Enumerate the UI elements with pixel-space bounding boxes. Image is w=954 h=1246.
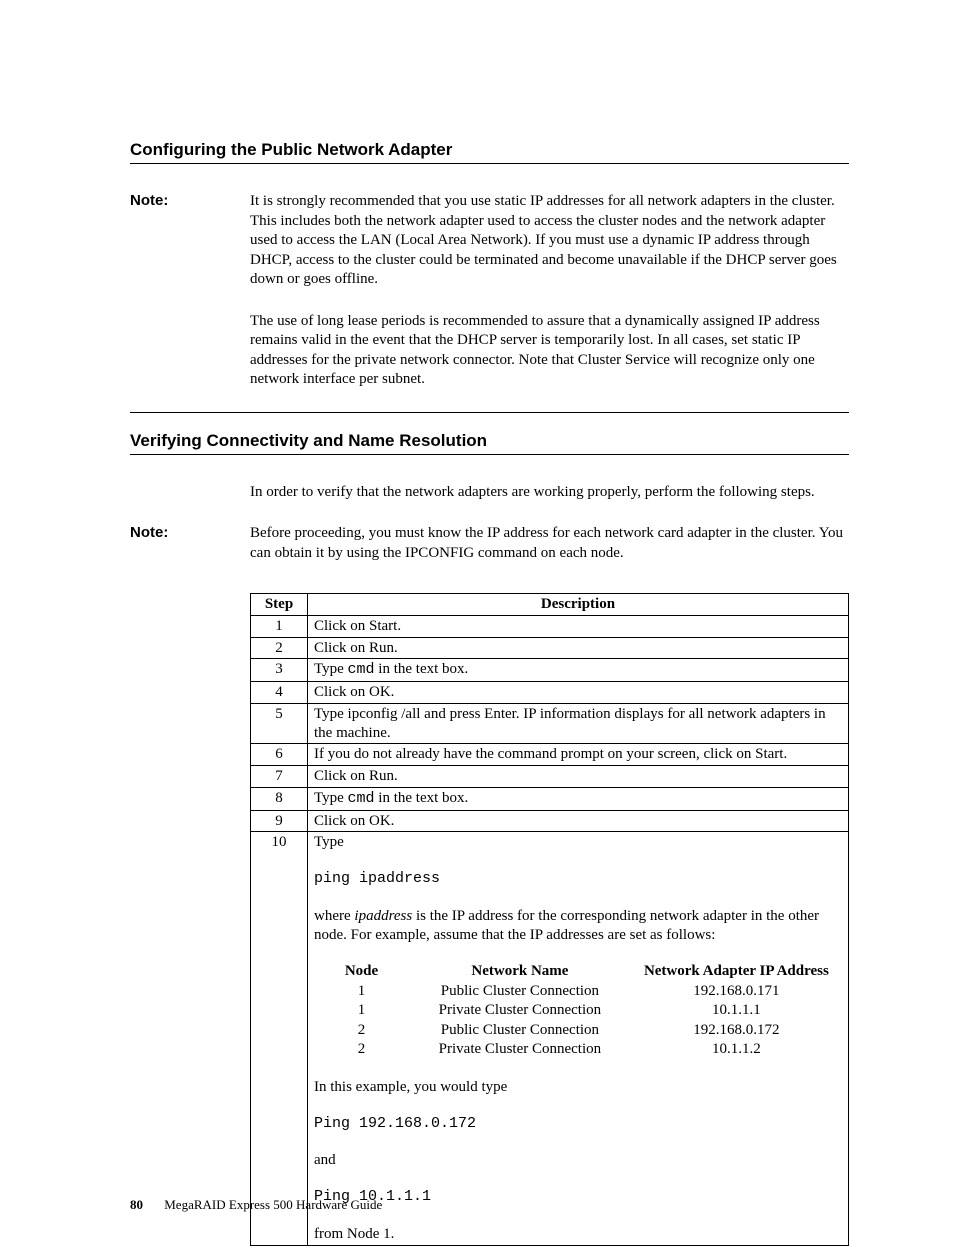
footer: 80 MegaRAID Express 500 Hardware Guide xyxy=(130,1197,382,1213)
ping-cmd: ping ipaddress xyxy=(314,870,842,889)
inner-row: 1Private Cluster Connection10.1.1.1 xyxy=(314,1001,842,1021)
example-line: In this example, you would type xyxy=(314,1078,842,1097)
intro-spacer xyxy=(130,483,250,503)
ping-2: Ping 10.1.1.1 xyxy=(314,1188,842,1207)
inner-cell: Private Cluster Connection xyxy=(409,1040,631,1060)
table-row: 1Click on Start. xyxy=(251,615,849,637)
page-number: 80 xyxy=(130,1197,143,1212)
table-row: 2Click on Run. xyxy=(251,637,849,659)
note-text-1b: The use of long lease periods is recomme… xyxy=(250,312,849,390)
inner-cell: 192.168.0.171 xyxy=(631,982,842,1002)
table-row: 6If you do not already have the command … xyxy=(251,744,849,766)
inner-cell: Private Cluster Connection xyxy=(409,1001,631,1021)
intro-text: In order to verify that the network adap… xyxy=(250,483,849,503)
inner-row: 2Private Cluster Connection10.1.1.2 xyxy=(314,1040,842,1060)
step-num: 6 xyxy=(251,744,308,766)
inner-cell: 2 xyxy=(314,1021,409,1041)
step-10-desc: Type ping ipaddress where ipaddress is t… xyxy=(308,832,849,1245)
step-desc: If you do not already have the command p… xyxy=(308,744,849,766)
note-label: Note: xyxy=(130,192,250,290)
inner-cell: 10.1.1.2 xyxy=(631,1040,842,1060)
steps-table: Step Description 1Click on Start.2Click … xyxy=(250,593,849,1246)
inner-ip-table: Node Network Name Network Adapter IP Add… xyxy=(314,962,842,1060)
step-num: 2 xyxy=(251,637,308,659)
steps-table-wrap: Step Description 1Click on Start.2Click … xyxy=(250,593,849,1246)
inner-col-ip: Network Adapter IP Address xyxy=(631,962,842,982)
note-block-1: Note: It is strongly recommended that yo… xyxy=(130,192,849,290)
note-spacer xyxy=(130,312,250,390)
type-word: Type xyxy=(314,833,842,852)
step-num: 3 xyxy=(251,659,308,682)
table-row-10: 10 Type ping ipaddress where ipaddress i… xyxy=(251,832,849,1245)
step-desc: Click on OK. xyxy=(308,810,849,832)
step-desc: Click on Run. xyxy=(308,637,849,659)
inner-cell: Public Cluster Connection xyxy=(409,1021,631,1041)
note-block-2: Note: Before proceeding, you must know t… xyxy=(130,524,849,563)
step-desc: Click on Start. xyxy=(308,615,849,637)
table-header-row: Step Description xyxy=(251,594,849,616)
heading-verifying: Verifying Connectivity and Name Resoluti… xyxy=(130,431,849,455)
inner-cell: 2 xyxy=(314,1040,409,1060)
inner-cell: 1 xyxy=(314,1001,409,1021)
inner-cell: 1 xyxy=(314,982,409,1002)
col-step: Step xyxy=(251,594,308,616)
note-text-2: Before proceeding, you must know the IP … xyxy=(250,524,849,563)
table-row: 4Click on OK. xyxy=(251,682,849,704)
step-num: 7 xyxy=(251,766,308,788)
step-desc: Type cmd in the text box. xyxy=(308,787,849,810)
where-italic: ipaddress xyxy=(354,908,412,924)
table-row: 8Type cmd in the text box. xyxy=(251,787,849,810)
inner-row: 1Public Cluster Connection192.168.0.171 xyxy=(314,982,842,1002)
inner-cell: 10.1.1.1 xyxy=(631,1001,842,1021)
inner-col-node: Node xyxy=(314,962,409,982)
step-desc: Type ipconfig /all and press Enter. IP i… xyxy=(308,703,849,744)
table-row: 5Type ipconfig /all and press Enter. IP … xyxy=(251,703,849,744)
step-num: 1 xyxy=(251,615,308,637)
where-line: where ipaddress is the IP address for th… xyxy=(314,907,842,945)
intro-block: In order to verify that the network adap… xyxy=(130,483,849,503)
step-desc: Type cmd in the text box. xyxy=(308,659,849,682)
inner-cell: Public Cluster Connection xyxy=(409,982,631,1002)
step-desc: Click on OK. xyxy=(308,682,849,704)
inner-col-netname: Network Name xyxy=(409,962,631,982)
ping-1: Ping 192.168.0.172 xyxy=(314,1115,842,1134)
where-pre: where xyxy=(314,908,354,924)
table-row: 7Click on Run. xyxy=(251,766,849,788)
table-row: 9Click on OK. xyxy=(251,810,849,832)
divider xyxy=(130,412,849,413)
inner-header-row: Node Network Name Network Adapter IP Add… xyxy=(314,962,842,982)
inner-cell: 192.168.0.172 xyxy=(631,1021,842,1041)
step-num: 8 xyxy=(251,787,308,810)
note-block-1b: The use of long lease periods is recomme… xyxy=(130,312,849,390)
step-num: 9 xyxy=(251,810,308,832)
heading-configuring: Configuring the Public Network Adapter xyxy=(130,140,849,164)
note-text-1a: It is strongly recommended that you use … xyxy=(250,192,849,290)
table-row: 3Type cmd in the text box. xyxy=(251,659,849,682)
step-num: 4 xyxy=(251,682,308,704)
step-desc: Click on Run. xyxy=(308,766,849,788)
note-label-2: Note: xyxy=(130,524,250,563)
page: Configuring the Public Network Adapter N… xyxy=(0,0,954,1235)
and-word: and xyxy=(314,1151,842,1170)
inner-row: 2Public Cluster Connection192.168.0.172 xyxy=(314,1021,842,1041)
step-num: 10 xyxy=(251,832,308,1245)
col-desc: Description xyxy=(308,594,849,616)
from-line: from Node 1. xyxy=(314,1225,842,1244)
step-num: 5 xyxy=(251,703,308,744)
footer-title: MegaRAID Express 500 Hardware Guide xyxy=(164,1197,382,1212)
